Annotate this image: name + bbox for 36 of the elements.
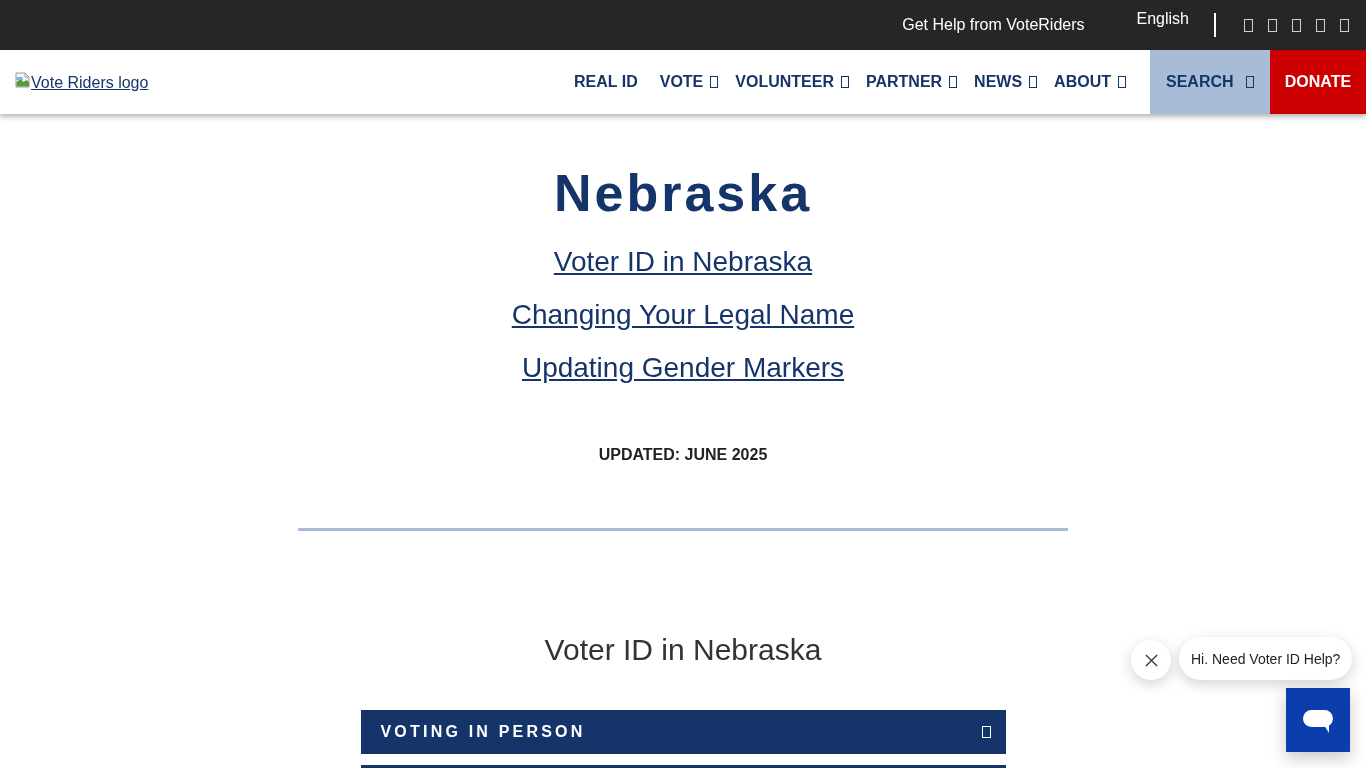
box-glyph-icon	[710, 76, 719, 88]
box-glyph-icon	[949, 76, 958, 88]
nav-link[interactable]: VOTE	[659, 72, 719, 92]
box-glyph-icon	[1118, 76, 1126, 88]
box-glyph-icon[interactable]	[1316, 18, 1325, 32]
section-link[interactable]: Voter ID in Nebraska	[553, 235, 813, 288]
chat-greeting[interactable]: Hi. Need Voter ID Help?	[1179, 637, 1353, 680]
section-heading: Voter ID in Nebraska	[544, 632, 822, 668]
box-glyph-icon[interactable]	[1268, 18, 1277, 32]
chat-button[interactable]	[1286, 688, 1350, 752]
box-glyph-icon[interactable]	[1244, 18, 1253, 32]
box-glyph-icon	[1245, 76, 1254, 88]
nav-link[interactable]: PARTNER	[865, 72, 958, 92]
close-button[interactable]	[1131, 640, 1171, 680]
box-glyph-icon	[840, 76, 849, 88]
search-button[interactable]: SEARCH	[1150, 50, 1270, 114]
help-link[interactable]: Get Help from VoteRiders	[902, 15, 1085, 35]
box-glyph-icon	[981, 726, 991, 738]
nav-link[interactable]: VOLUNTEER	[735, 72, 849, 92]
logo-link[interactable]: Vote Riders logo	[15, 72, 149, 93]
broken-image-icon	[15, 71, 31, 88]
close-icon	[1144, 653, 1158, 667]
nav-link[interactable]: NEWS	[974, 72, 1038, 92]
accordion-header[interactable]: VOTING IN PERSON	[360, 710, 1006, 754]
chat-bubble-icon	[1303, 709, 1333, 734]
page-title: Nebraska	[553, 163, 813, 223]
language-link[interactable]: English	[1136, 9, 1189, 29]
nav-link[interactable]: ABOUT	[1054, 72, 1126, 92]
box-glyph-icon[interactable]	[1292, 18, 1301, 32]
updated-date: UPDATED: JUNE 2025	[598, 445, 768, 465]
section-link[interactable]: Changing Your Legal Name	[511, 288, 855, 341]
section-link[interactable]: Updating Gender Markers	[521, 341, 845, 394]
nav-link[interactable]: REAL ID	[574, 72, 638, 92]
donate-button[interactable]: DONATE	[1270, 50, 1366, 114]
box-glyph-icon	[1029, 76, 1038, 88]
box-glyph-icon[interactable]	[1340, 18, 1349, 32]
